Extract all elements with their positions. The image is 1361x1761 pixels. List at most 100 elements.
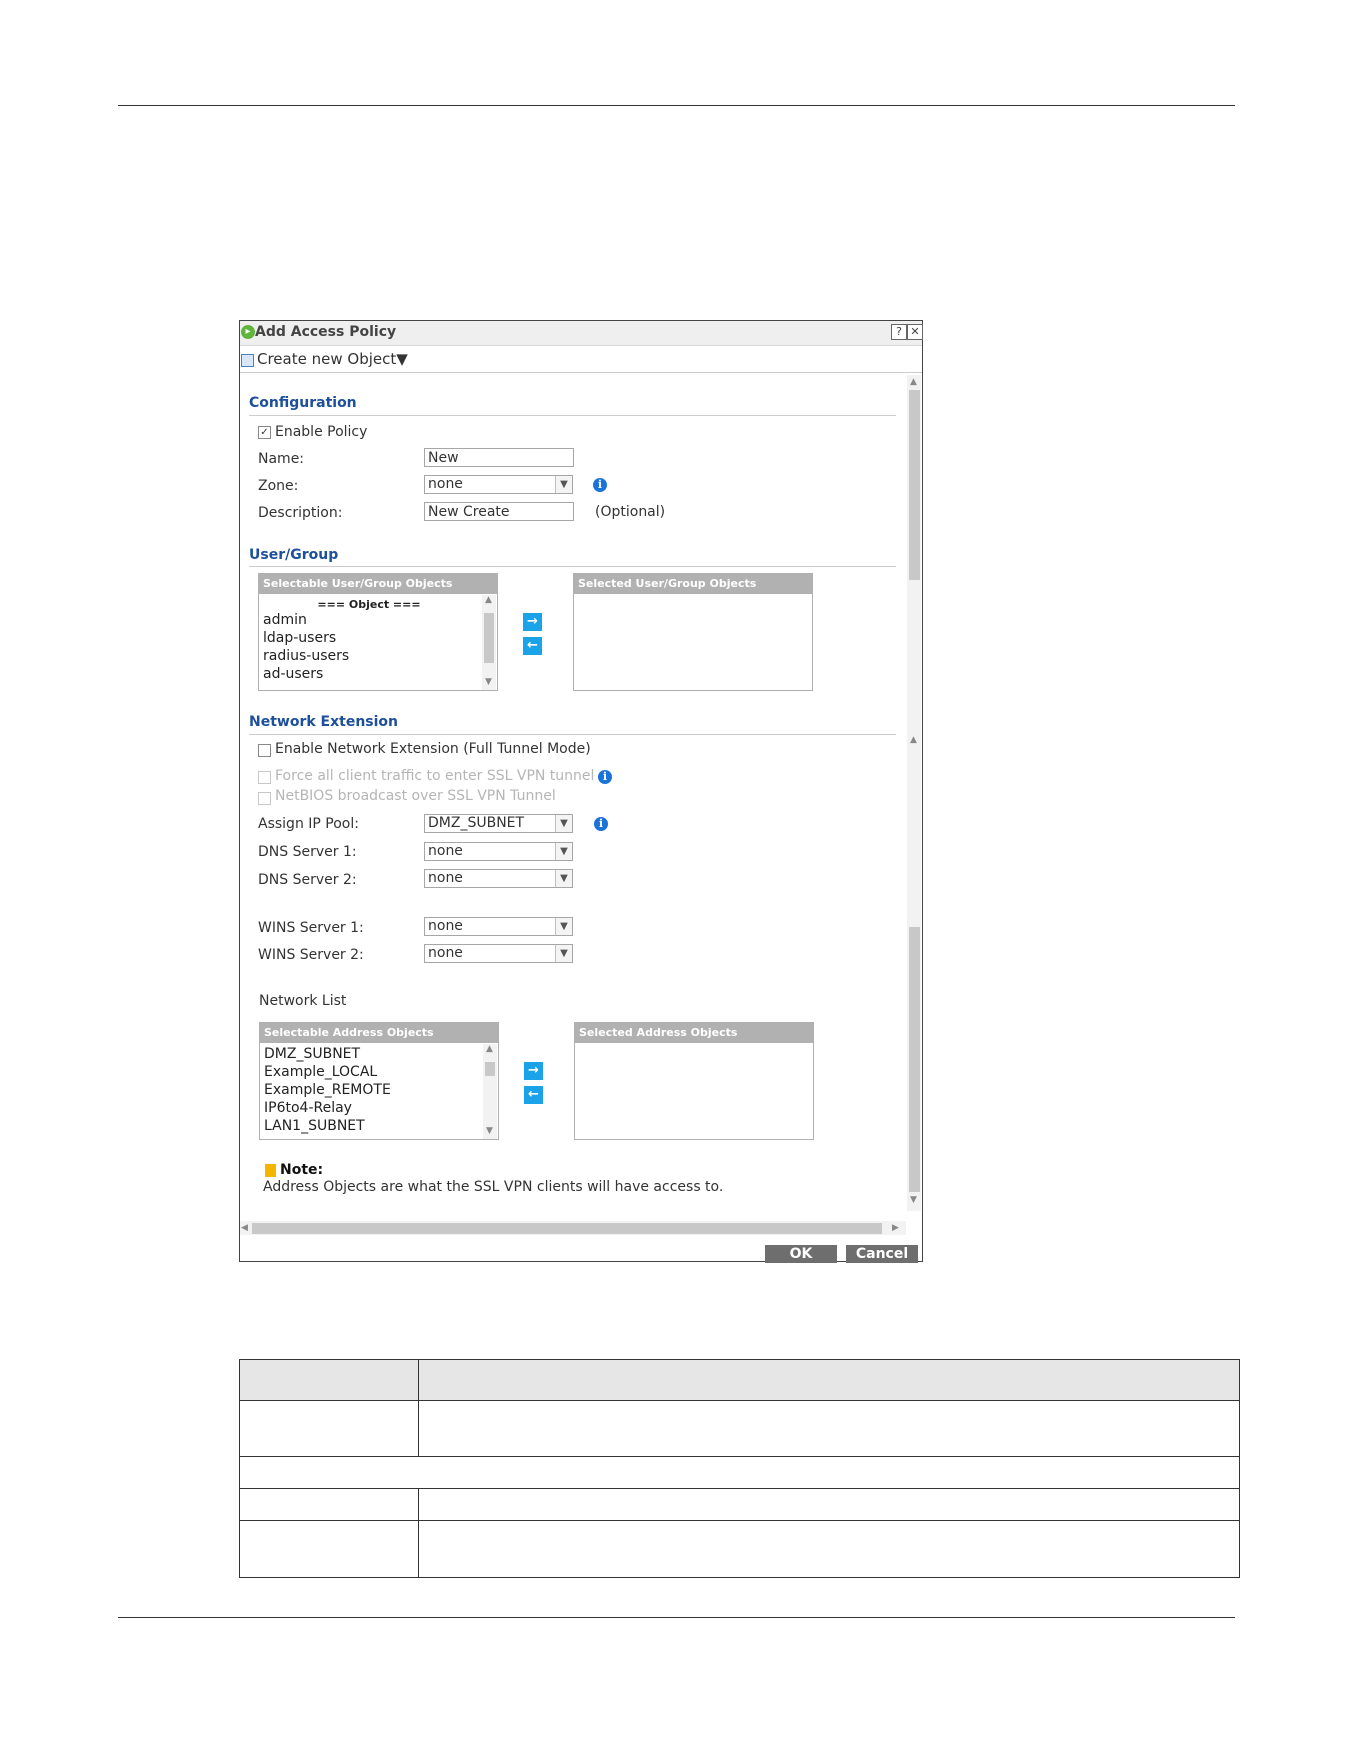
selected-user-group-header: Selected User/Group Objects <box>574 574 812 594</box>
list-item[interactable]: radius-users <box>263 648 349 664</box>
network-list-label: Network List <box>259 993 347 1009</box>
user-group-section-title: User/Group <box>249 547 339 563</box>
close-icon[interactable]: ✕ <box>907 324 923 340</box>
wins-server-1-label: WINS Server 1: <box>258 920 364 936</box>
dialog-vertical-scrollbar[interactable]: ▲ ▲ ▼ <box>907 375 921 1211</box>
list-item[interactable]: ad-users <box>263 666 323 682</box>
scroll-thumb-lower[interactable] <box>909 927 920 1192</box>
help-icon[interactable]: ? <box>891 324 907 340</box>
dns-server-1-value: none <box>428 843 463 859</box>
list-item[interactable]: admin <box>263 612 307 628</box>
enable-policy-label: Enable Policy <box>275 424 368 440</box>
page-top-rule <box>118 105 1235 106</box>
remove-user-group-button[interactable]: ← <box>523 637 542 655</box>
selectable-user-group-list[interactable]: Selectable User/Group Objects === Object… <box>258 573 498 691</box>
table-column-divider <box>418 1488 419 1577</box>
add-user-group-button[interactable]: → <box>523 613 542 631</box>
scroll-up-icon[interactable]: ▲ <box>910 377 917 387</box>
assign-ip-pool-select[interactable]: DMZ_SUBNET ▼ <box>424 814 573 833</box>
scroll-down-icon[interactable]: ▼ <box>910 1195 917 1205</box>
wins-server-2-label: WINS Server 2: <box>258 947 364 963</box>
create-object-icon <box>241 354 254 367</box>
dialog-horizontal-scrollbar[interactable]: ◀ ▶ <box>240 1221 906 1235</box>
add-address-button[interactable]: → <box>524 1062 543 1080</box>
scroll-up-icon[interactable]: ▲ <box>910 735 917 745</box>
selectable-address-header: Selectable Address Objects <box>260 1023 498 1043</box>
optional-label: (Optional) <box>595 504 666 520</box>
chevron-down-icon[interactable]: ▼ <box>555 815 572 832</box>
selected-address-list[interactable]: Selected Address Objects <box>574 1022 814 1140</box>
enable-network-extension-checkbox[interactable] <box>258 744 271 757</box>
netbios-checkbox[interactable] <box>258 792 271 805</box>
scroll-left-icon[interactable]: ◀ <box>241 1223 248 1233</box>
table-row <box>240 1456 1239 1457</box>
configuration-section-rule <box>249 415 896 416</box>
list-item[interactable]: Example_LOCAL <box>264 1064 377 1080</box>
selectable-address-list[interactable]: Selectable Address Objects DMZ_SUBNET Ex… <box>259 1022 499 1140</box>
create-new-object-menu[interactable]: Create new Object▼ <box>257 350 408 368</box>
wins-server-2-value: none <box>428 945 463 961</box>
enable-policy-checkbox[interactable]: ✓ <box>258 426 271 439</box>
dialog-titlebar: ▸ Add Access Policy ? ✕ <box>240 321 923 346</box>
remove-address-button[interactable]: ← <box>524 1086 543 1104</box>
name-input[interactable] <box>424 448 574 467</box>
list-item[interactable]: ldap-users <box>263 630 336 646</box>
dialog-content: Configuration ✓ Enable Policy Name: Zone… <box>240 375 906 1195</box>
list-item[interactable]: DMZ_SUBNET <box>264 1046 360 1062</box>
table-column-divider <box>418 1360 419 1456</box>
list-item[interactable]: IP6to4-Relay <box>264 1100 352 1116</box>
chevron-down-icon[interactable]: ▼ <box>555 843 572 860</box>
network-extension-section-title: Network Extension <box>249 714 399 730</box>
note-icon <box>265 1164 276 1177</box>
scroll-right-icon[interactable]: ▶ <box>892 1223 899 1233</box>
chevron-down-icon[interactable]: ▼ <box>555 476 572 493</box>
chevron-down-icon[interactable]: ▼ <box>555 945 572 962</box>
zone-label: Zone: <box>258 478 299 494</box>
zone-info-icon[interactable]: i <box>593 478 607 492</box>
assign-ip-pool-info-icon[interactable]: i <box>594 817 608 831</box>
scroll-thumb[interactable] <box>252 1223 882 1234</box>
wins-server-1-value: none <box>428 918 463 934</box>
chevron-down-icon[interactable]: ▼ <box>555 870 572 887</box>
cancel-button[interactable]: Cancel <box>846 1245 918 1263</box>
add-access-policy-dialog: ▸ Add Access Policy ? ✕ Create new Objec… <box>239 320 923 1263</box>
assign-ip-pool-value: DMZ_SUBNET <box>428 815 525 831</box>
dialog-title: Add Access Policy <box>255 324 397 340</box>
user-group-section-rule <box>249 566 896 567</box>
table-row <box>240 1488 1239 1489</box>
note-text: Address Objects are what the SSL VPN cli… <box>263 1179 724 1195</box>
assign-ip-pool-label: Assign IP Pool: <box>258 816 359 832</box>
list-item[interactable]: Example_REMOTE <box>264 1082 391 1098</box>
list-item[interactable]: LAN1_SUBNET <box>264 1118 365 1134</box>
dns-server-1-select[interactable]: none ▼ <box>424 842 573 861</box>
zone-select-value: none <box>428 476 463 492</box>
table-header-row <box>240 1360 1239 1400</box>
scroll-up-icon[interactable]: ▲ <box>485 595 492 605</box>
selected-address-header: Selected Address Objects <box>575 1023 813 1043</box>
name-label: Name: <box>258 451 305 467</box>
zone-select[interactable]: none ▼ <box>424 475 573 494</box>
scroll-thumb[interactable] <box>485 1062 495 1076</box>
network-extension-section-rule <box>249 734 896 735</box>
force-traffic-info-icon[interactable]: i <box>598 770 612 784</box>
force-traffic-label: Force all client traffic to enter SSL VP… <box>275 768 595 784</box>
address-list-scrollbar[interactable]: ▲ ▼ <box>483 1044 497 1139</box>
scroll-thumb[interactable] <box>484 613 494 663</box>
description-input[interactable] <box>424 502 574 521</box>
ok-button[interactable]: OK <box>765 1245 837 1263</box>
enable-network-extension-label: Enable Network Extension (Full Tunnel Mo… <box>275 741 591 757</box>
description-table <box>239 1359 1240 1578</box>
scroll-down-icon[interactable]: ▼ <box>485 677 492 687</box>
chevron-down-icon[interactable]: ▼ <box>555 918 572 935</box>
force-traffic-checkbox[interactable] <box>258 771 271 784</box>
table-row <box>240 1400 1239 1401</box>
wins-server-1-select[interactable]: none ▼ <box>424 917 573 936</box>
user-group-list-scrollbar[interactable]: ▲ ▼ <box>482 595 496 690</box>
scroll-down-icon[interactable]: ▼ <box>486 1126 493 1136</box>
table-row <box>240 1520 1239 1521</box>
wins-server-2-select[interactable]: none ▼ <box>424 944 573 963</box>
scroll-thumb-upper[interactable] <box>909 390 920 580</box>
selected-user-group-list[interactable]: Selected User/Group Objects <box>573 573 813 691</box>
scroll-up-icon[interactable]: ▲ <box>486 1044 493 1054</box>
dns-server-2-select[interactable]: none ▼ <box>424 869 573 888</box>
